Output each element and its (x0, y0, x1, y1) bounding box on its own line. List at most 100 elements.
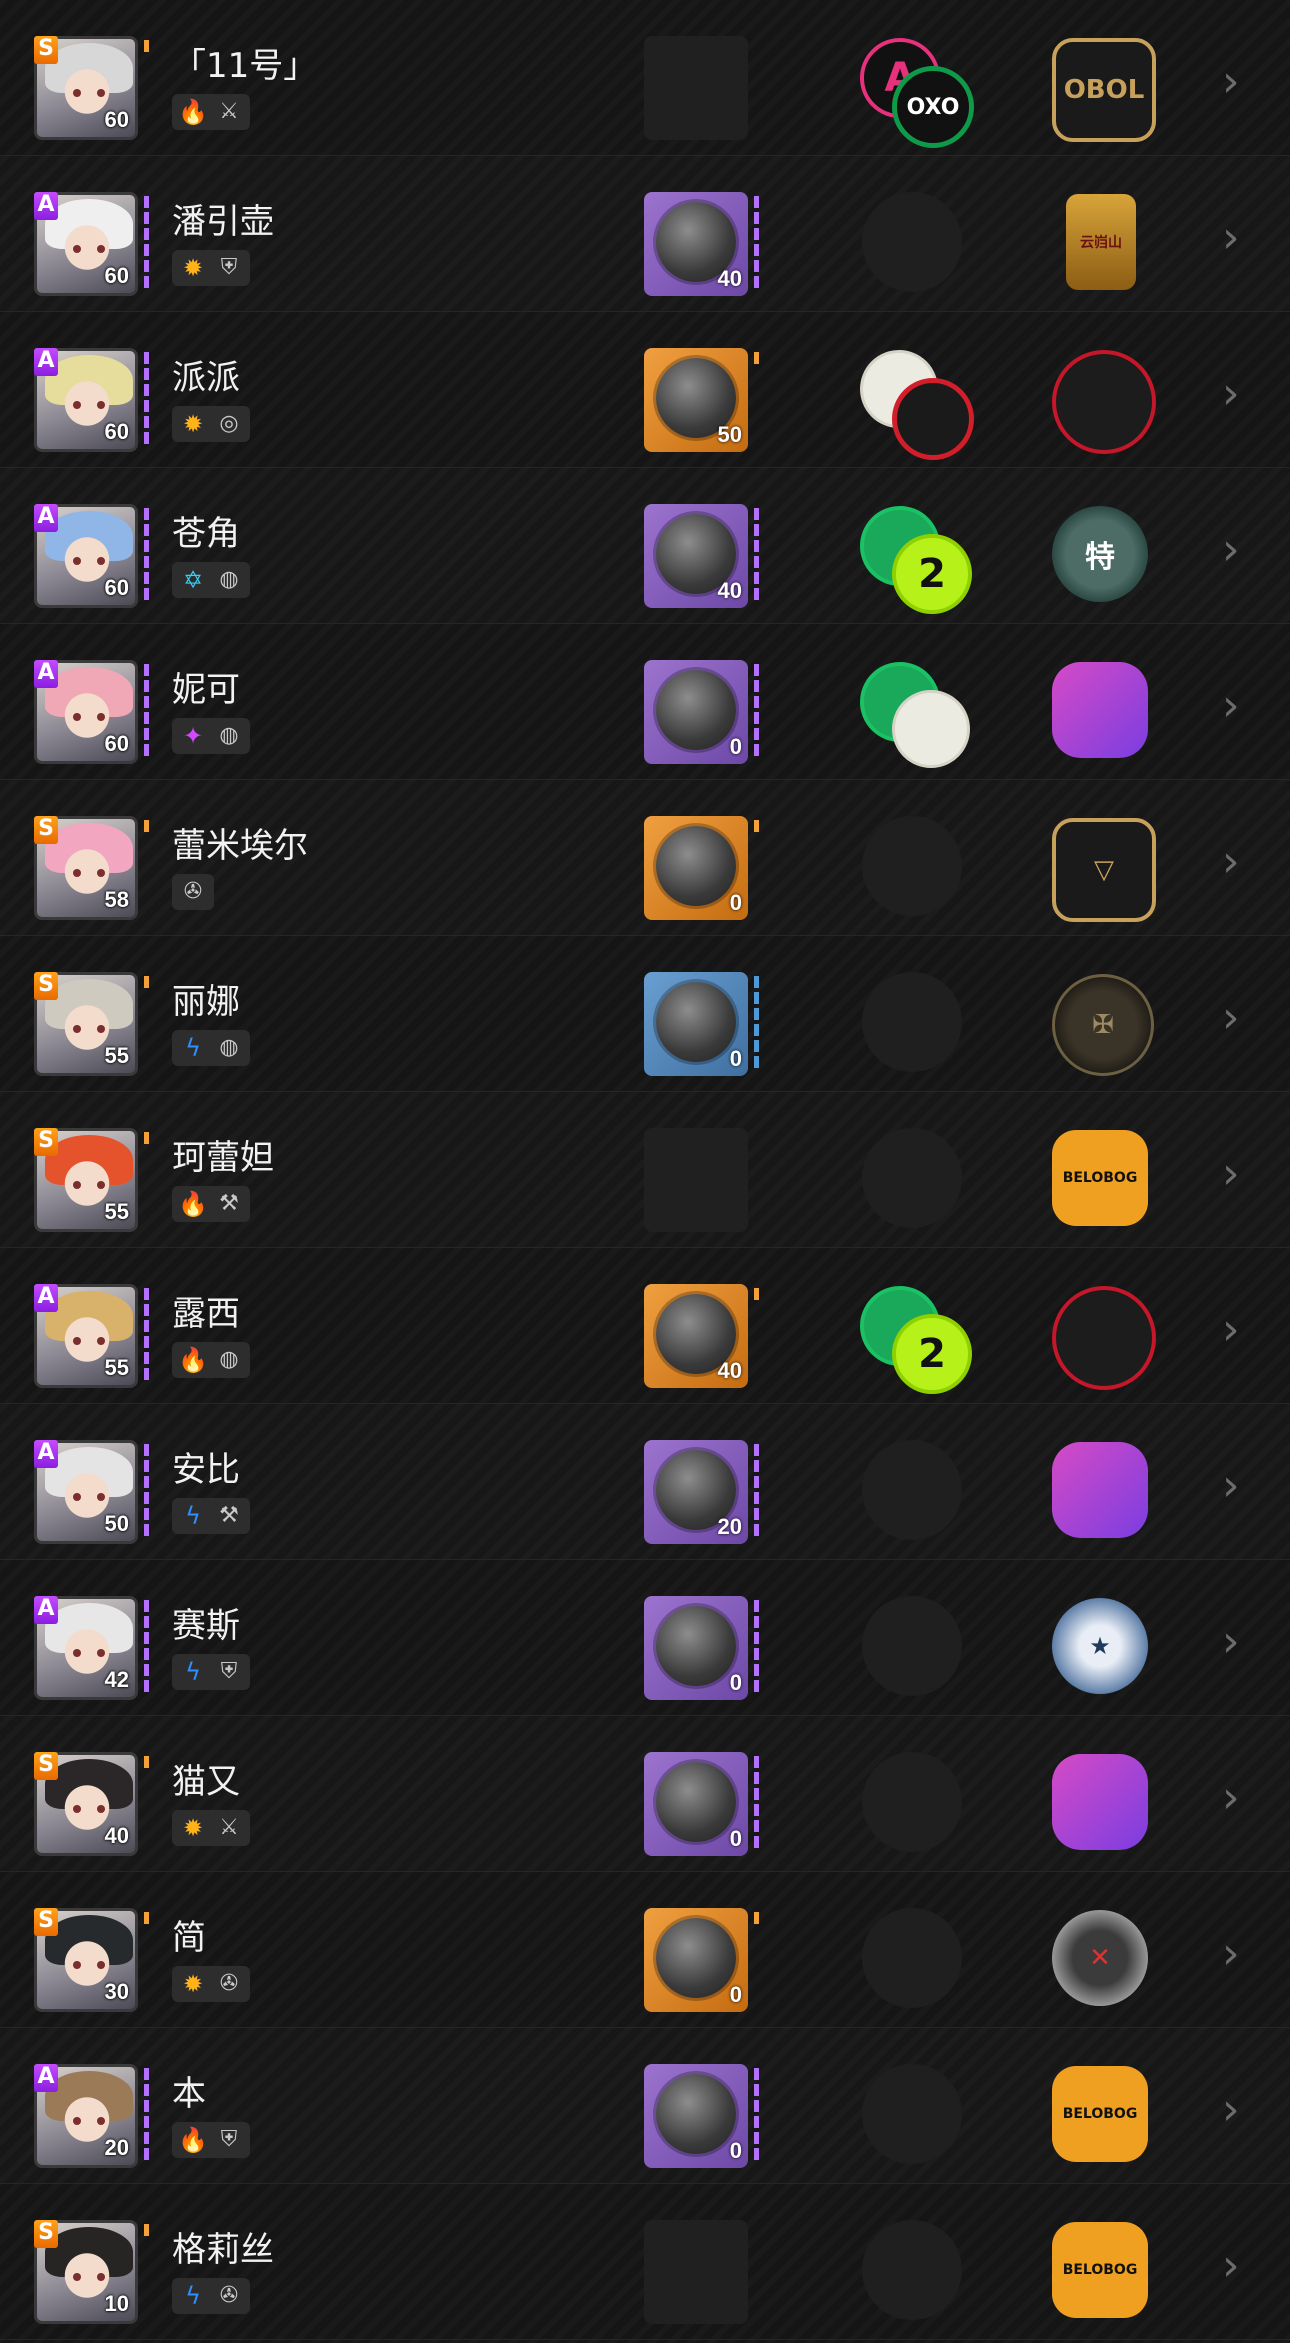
w-engine-icon (656, 1762, 736, 1842)
chevron-right-icon[interactable]: › (1222, 1308, 1240, 1352)
w-engine-slot[interactable]: 40 (644, 192, 748, 296)
avatar-eye (97, 1025, 105, 1033)
electric-icon: ϟ (185, 1502, 201, 1530)
stun-icon: ⚒ (219, 1191, 239, 1216)
agent-level: 50 (104, 1511, 129, 1536)
drive-disc-slots[interactable] (858, 660, 970, 768)
w-engine-refine-indicator (754, 664, 759, 760)
w-engine-slot[interactable]: 0 (644, 816, 748, 920)
drive-disc-slots[interactable] (858, 1752, 968, 1856)
agent-row[interactable]: 20 A 本 🔥 ⛨ 0 BELOBOG › (0, 2028, 1290, 2184)
drive-disc-empty (862, 1128, 962, 1228)
chevron-right-icon[interactable]: › (1222, 528, 1240, 572)
avatar-eye (97, 557, 105, 565)
w-engine-slot[interactable]: 0 (644, 1752, 748, 1856)
chevron-right-icon[interactable]: › (1222, 1776, 1240, 1820)
drive-disc-empty (862, 1440, 962, 1540)
agent-row[interactable]: 50 A 安比 ϟ ⚒ 20 › (0, 1404, 1290, 1560)
agent-name: 露西 (172, 1294, 240, 1334)
w-engine-level: 40 (717, 1358, 742, 1383)
agent-name: 安比 (172, 1450, 240, 1490)
drive-disc-slots[interactable] (858, 1596, 968, 1700)
w-engine-slot[interactable]: 40 (644, 1284, 748, 1388)
faction-label: ✕ (1089, 1943, 1111, 1973)
chevron-right-icon[interactable]: › (1222, 1464, 1240, 1508)
chevron-right-icon[interactable]: › (1222, 2244, 1240, 2288)
avatar-eye (97, 89, 105, 97)
anomaly-icon: ✇ (219, 2283, 239, 2308)
w-engine-slot[interactable]: 0 (644, 2064, 748, 2168)
faction-label: 云岿山 (1080, 235, 1122, 251)
mindscape-indicator (144, 1912, 149, 1926)
rank-badge: S (34, 816, 58, 844)
w-engine-slot[interactable] (644, 36, 748, 140)
chevron-right-icon[interactable]: › (1222, 840, 1240, 884)
chevron-right-icon[interactable]: › (1222, 1932, 1240, 1976)
drive-disc-slots[interactable] (858, 1440, 968, 1544)
drive-disc-slots[interactable] (858, 2220, 968, 2324)
drive-disc-slots[interactable]: A OXO (858, 36, 974, 148)
w-engine-slot[interactable]: 20 (644, 1440, 748, 1544)
agent-row[interactable]: 60 A 妮可 ✦ ◍ 0 › (0, 624, 1290, 780)
agent-row[interactable]: 42 A 赛斯 ϟ ⛨ 0 ★ › (0, 1560, 1290, 1716)
support-icon: ◍ (219, 1035, 239, 1060)
w-engine-slot[interactable]: 50 (644, 348, 748, 452)
chevron-right-icon[interactable]: › (1222, 60, 1240, 104)
chevron-right-icon[interactable]: › (1222, 684, 1240, 728)
chevron-right-icon[interactable]: › (1222, 1152, 1240, 1196)
chevron-right-icon[interactable]: › (1222, 1620, 1240, 1664)
drive-disc-empty (862, 192, 962, 292)
faction-label: BELOBOG (1062, 2262, 1138, 2278)
w-engine-slot[interactable] (644, 2220, 748, 2324)
agent-row[interactable]: 60 A 派派 ✹ ◎ 50 › (0, 312, 1290, 468)
drive-disc-slots[interactable] (858, 348, 974, 460)
agent-row[interactable]: 60 A 潘引壶 ✹ ⛨ 40 云岿山 › (0, 156, 1290, 312)
agent-level: 60 (104, 263, 129, 288)
chevron-right-icon[interactable]: › (1222, 216, 1240, 260)
agent-row[interactable]: 10 S 格莉丝 ϟ ✇ BELOBOG › (0, 2184, 1290, 2340)
agent-tags: ✇ (172, 874, 214, 910)
rank-badge: S (34, 1128, 58, 1156)
agent-row[interactable]: 58 S 蕾米埃尔 ✇ 0 ▽ › (0, 780, 1290, 936)
drive-disc-slots[interactable] (858, 972, 968, 1076)
w-engine-slot[interactable]: 0 (644, 660, 748, 764)
agent-row[interactable]: 30 S 简 ✹ ✇ 0 ✕ › (0, 1872, 1290, 2028)
drive-disc-slots[interactable] (858, 192, 968, 296)
agent-row[interactable]: 40 S 猫又 ✹ ⚔ 0 › (0, 1716, 1290, 1872)
chevron-right-icon[interactable]: › (1222, 372, 1240, 416)
w-engine-slot[interactable]: 0 (644, 1908, 748, 2012)
drive-disc-slots[interactable]: 2 (858, 1284, 972, 1394)
rank-badge: S (34, 36, 58, 64)
chevron-right-icon[interactable]: › (1222, 2088, 1240, 2132)
avatar-eye (73, 1025, 81, 1033)
w-engine-level: 50 (717, 422, 742, 447)
w-engine-slot[interactable]: 0 (644, 1596, 748, 1700)
agent-row[interactable]: 55 S 丽娜 ϟ ◍ 0 ✠ › (0, 936, 1290, 1092)
w-engine-slot[interactable] (644, 1128, 748, 1232)
agent-level: 42 (104, 1667, 129, 1692)
w-engine-slot[interactable]: 40 (644, 504, 748, 608)
chevron-right-icon[interactable]: › (1222, 996, 1240, 1040)
agent-row[interactable]: 60 S 「11号」 🔥 ⚔ A OXO OBOL › (0, 0, 1290, 156)
w-engine-slot[interactable]: 0 (644, 972, 748, 1076)
avatar-eye (97, 1805, 105, 1813)
drive-disc-slots[interactable] (858, 1908, 968, 2012)
avatar-eye (97, 1649, 105, 1657)
agent-row[interactable]: 60 A 苍角 ✡ ◍ 40 2 特 › (0, 468, 1290, 624)
drive-disc-slots[interactable] (858, 816, 968, 920)
agent-tags: 🔥 ⚔ (172, 94, 250, 130)
support-icon: ◍ (219, 1347, 239, 1372)
agent-row[interactable]: 55 S 珂蕾妲 🔥 ⚒ BELOBOG › (0, 1092, 1290, 1248)
mindscape-indicator (144, 1444, 149, 1540)
drive-disc-empty (862, 2064, 962, 2164)
drive-disc-slots[interactable]: 2 (858, 504, 972, 614)
rank-badge: A (34, 2064, 58, 2092)
rank-badge: A (34, 192, 58, 220)
agent-row[interactable]: 55 A 露西 🔥 ◍ 40 2 › (0, 1248, 1290, 1404)
drive-disc-empty (862, 2220, 962, 2320)
physical-icon: ✹ (182, 1970, 204, 1998)
drive-disc-slots[interactable] (858, 2064, 968, 2168)
rank-badge: S (34, 2220, 58, 2248)
drive-disc-slots[interactable] (858, 1128, 968, 1232)
defense-icon: ⛨ (220, 255, 238, 280)
